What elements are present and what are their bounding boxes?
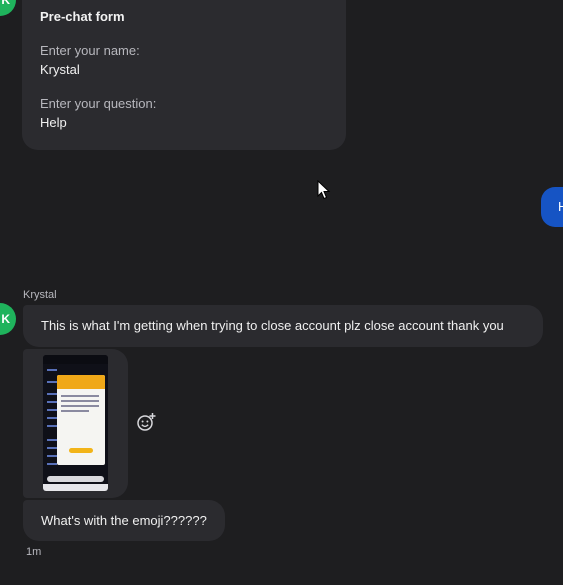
customer-avatar-top: K [0,0,16,16]
prechat-form-title: Pre-chat form [40,9,125,24]
name-label: Enter your name: [40,43,140,58]
prechat-form-card: Pre-chat form Enter your name: Krystal E… [22,0,346,150]
phone-screenshot-thumbnail[interactable] [43,355,108,491]
outgoing-message-bubble: H [541,187,563,227]
image-attachment-bubble[interactable] [23,349,128,498]
message-bubble: This is what I'm getting when trying to … [23,305,543,347]
message-timestamp: 1m [26,546,42,558]
name-value: Krystal [40,62,80,77]
chat-transcript: K Pre-chat form Enter your name: Krystal… [0,0,563,585]
question-value: Help [40,115,67,130]
customer-avatar: K [0,303,16,335]
add-reaction-icon[interactable] [136,412,156,432]
question-label: Enter your question: [40,96,157,111]
sender-name: Krystal [23,289,57,301]
message-bubble: What's with the emoji?????? [23,500,225,541]
outgoing-message-text: H [558,199,563,214]
message-text: What's with the emoji?????? [41,513,207,528]
mouse-cursor-icon [317,180,331,200]
message-text: This is what I'm getting when trying to … [41,318,504,333]
